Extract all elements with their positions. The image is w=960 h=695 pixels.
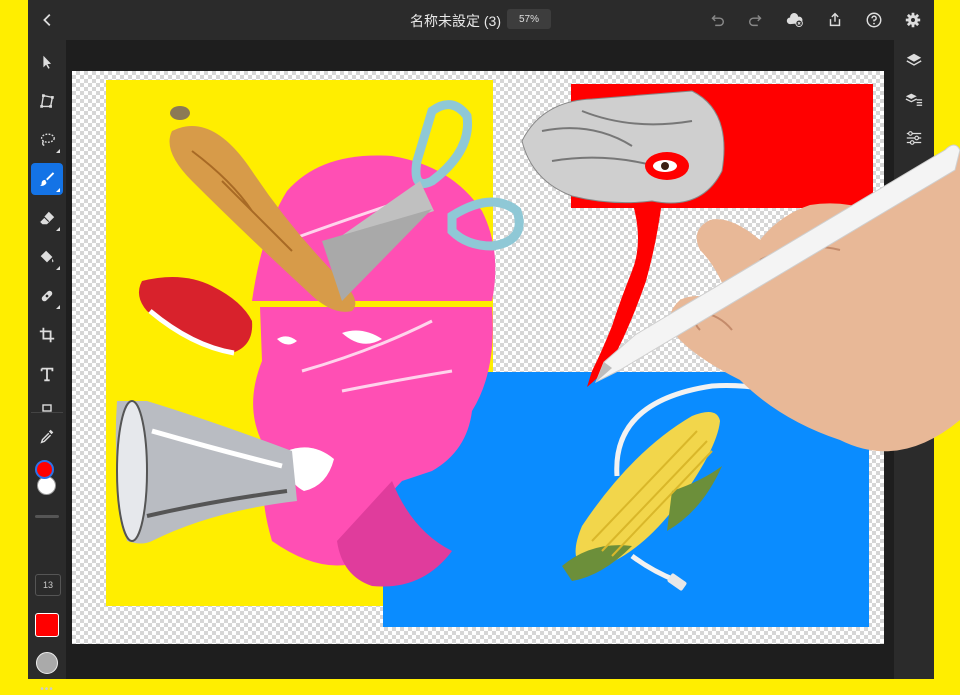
crumpled-paper (521, 90, 725, 204)
adjustments-icon[interactable] (902, 126, 926, 150)
select-arrow-icon[interactable] (31, 46, 63, 78)
brush-size-field[interactable]: 13 (35, 574, 61, 596)
right-toolbar (894, 40, 934, 679)
crop-icon[interactable] (31, 319, 63, 351)
help-icon[interactable] (862, 8, 886, 32)
redo-icon[interactable] (744, 8, 768, 32)
cloud-sync-error-icon[interactable] (783, 8, 807, 32)
undo-icon[interactable] (705, 8, 729, 32)
brush-tool-active[interactable] (31, 163, 63, 195)
brush-icon (39, 172, 55, 186)
panel-separator (35, 515, 59, 518)
type-icon[interactable] (31, 358, 63, 390)
toolbar-divider (31, 412, 63, 413)
collage-artwork (106, 80, 873, 627)
lasso-icon[interactable] (31, 124, 63, 156)
red-drip (587, 201, 662, 387)
layer-properties-icon[interactable] (902, 87, 926, 111)
transform-icon[interactable] (31, 85, 63, 117)
top-bar: 名称未設定 (3) 57% (28, 0, 934, 40)
fill-color-swatch[interactable] (35, 613, 59, 637)
document-canvas[interactable] (72, 71, 884, 644)
tool-partial (31, 400, 63, 412)
share-export-icon[interactable] (823, 8, 847, 32)
layers-icon[interactable] (902, 48, 926, 72)
fill-bucket-icon[interactable] (31, 241, 63, 273)
document-title[interactable]: 名称未設定 (3) (410, 11, 501, 31)
bird (170, 106, 190, 120)
eraser-icon[interactable] (31, 202, 63, 234)
eyedropper-icon[interactable] (31, 420, 63, 452)
foreground-color-swatch[interactable] (35, 460, 54, 479)
brush-opacity-chip[interactable] (36, 652, 58, 674)
settings-gear-icon[interactable] (901, 8, 925, 32)
more-options-icon[interactable]: ••• (33, 684, 61, 695)
zoom-level[interactable]: 57% (507, 9, 551, 29)
background-color-swatch[interactable] (37, 476, 56, 495)
healing-bandage-icon[interactable] (31, 280, 63, 312)
app-window: 名称未設定 (3) 57% 13 ••• (28, 0, 934, 695)
left-toolbar: 13 ••• (28, 40, 66, 695)
back-chevron-icon[interactable] (36, 8, 60, 32)
